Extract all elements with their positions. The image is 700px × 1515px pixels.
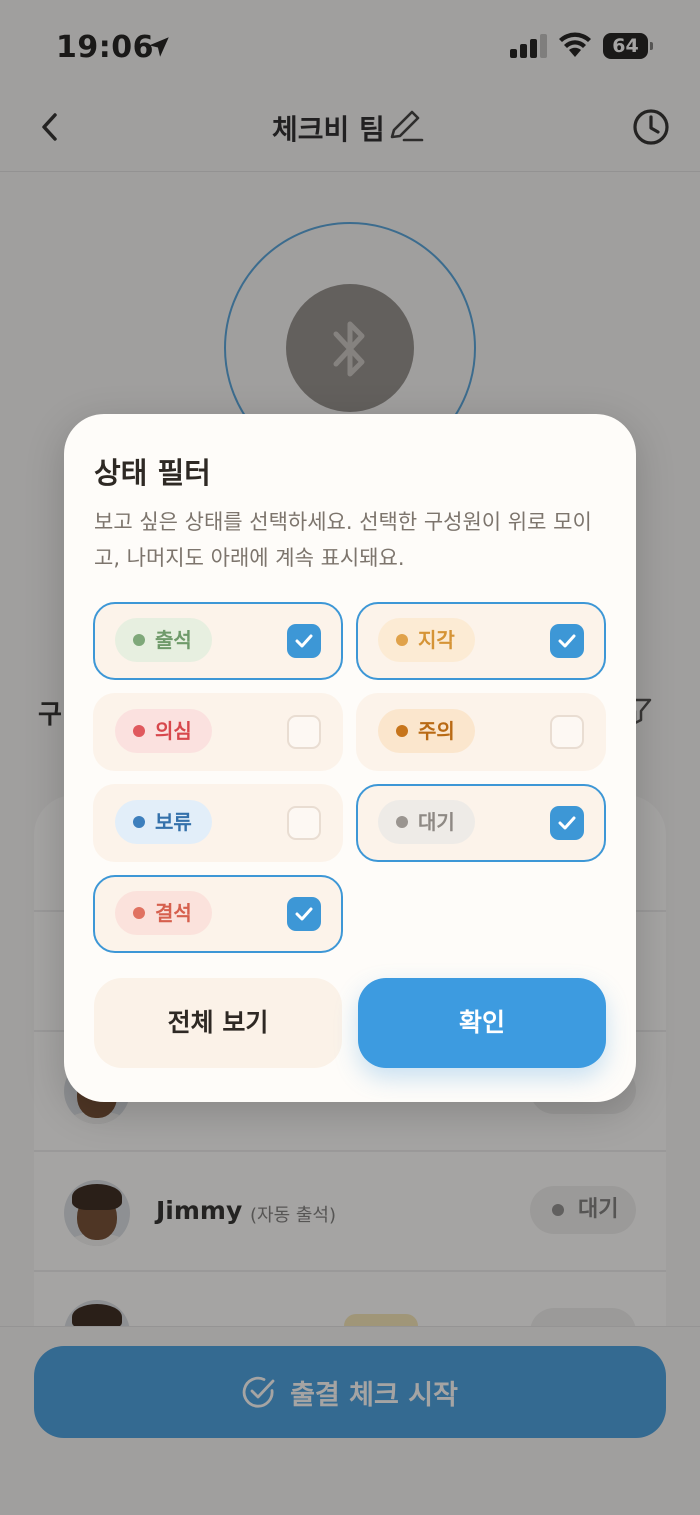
checkbox-checked[interactable] xyxy=(287,897,321,931)
status-chip: 대기 xyxy=(378,800,475,844)
checkbox-unchecked[interactable] xyxy=(287,715,321,749)
checkbox-checked[interactable] xyxy=(550,624,584,658)
checkbox-checked[interactable] xyxy=(287,624,321,658)
checkmark-icon xyxy=(558,634,576,648)
dialog-title: 상태 필터 xyxy=(94,456,211,490)
status-chip: 지각 xyxy=(378,618,475,662)
confirm-button[interactable]: 확인 xyxy=(358,978,606,1068)
status-chip-label: 대기 xyxy=(418,810,455,834)
dialog-description: 보고 싶은 상태를 선택하세요. 선택한 구성원이 위로 모이고, 나머지도 아… xyxy=(94,510,592,570)
status-chip-label: 주의 xyxy=(418,719,455,743)
status-chip: 의심 xyxy=(115,709,212,753)
checkmark-icon xyxy=(558,816,576,830)
show-all-button[interactable]: 전체 보기 xyxy=(94,978,342,1068)
status-chip-label: 의심 xyxy=(155,719,192,743)
filter-option-pending[interactable]: 보류 xyxy=(93,784,343,862)
checkbox-unchecked[interactable] xyxy=(550,715,584,749)
status-filter-dialog: 상태 필터 보고 싶은 상태를 선택하세요. 선택한 구성원이 위로 모이고, … xyxy=(64,414,636,1102)
status-chip-label: 출석 xyxy=(155,628,192,652)
status-chip: 출석 xyxy=(115,618,212,662)
checkbox-unchecked[interactable] xyxy=(287,806,321,840)
status-chip-label: 보류 xyxy=(155,810,192,834)
checkbox-checked[interactable] xyxy=(550,806,584,840)
status-chip: 결석 xyxy=(115,891,212,935)
status-chip-label: 지각 xyxy=(418,628,455,652)
filter-option-absent[interactable]: 결석 xyxy=(93,875,343,953)
status-chip: 보류 xyxy=(115,800,212,844)
filter-option-caution[interactable]: 주의 xyxy=(356,693,606,771)
checkmark-icon xyxy=(295,634,313,648)
filter-option-waiting[interactable]: 대기 xyxy=(356,784,606,862)
status-chip: 주의 xyxy=(378,709,475,753)
filter-option-present[interactable]: 출석 xyxy=(93,602,343,680)
filter-option-late[interactable]: 지각 xyxy=(356,602,606,680)
filter-option-suspicious[interactable]: 의심 xyxy=(93,693,343,771)
checkmark-icon xyxy=(295,907,313,921)
status-chip-label: 결석 xyxy=(155,901,192,925)
